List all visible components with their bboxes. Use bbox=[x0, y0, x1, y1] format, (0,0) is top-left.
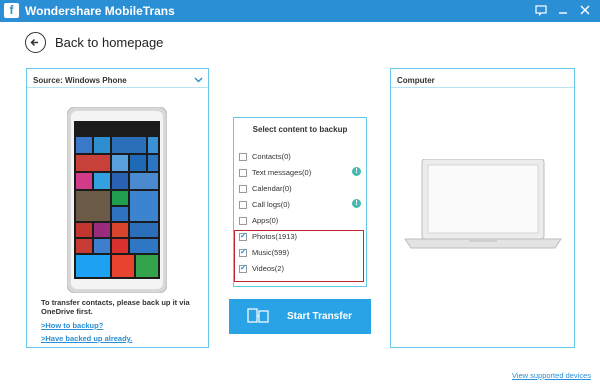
selected-items-highlight bbox=[234, 230, 364, 282]
chevron-down-icon[interactable] bbox=[194, 75, 203, 85]
start-transfer-button[interactable]: Start Transfer bbox=[229, 299, 371, 334]
checkbox[interactable] bbox=[239, 185, 247, 193]
content-item-label: Calendar(0) bbox=[252, 184, 292, 193]
chat-icon[interactable] bbox=[534, 3, 548, 17]
info-icon[interactable]: ! bbox=[352, 199, 361, 208]
laptop-image bbox=[404, 159, 562, 249]
destination-panel: Computer bbox=[390, 68, 575, 348]
destination-label: Computer bbox=[397, 76, 435, 85]
backed-up-already-link[interactable]: >Have backed up already. bbox=[41, 334, 132, 343]
source-header[interactable]: Source: Windows Phone bbox=[27, 69, 208, 88]
back-arrow-icon bbox=[25, 32, 46, 53]
app-logo-icon: f bbox=[4, 3, 19, 18]
destination-header: Computer bbox=[391, 69, 574, 88]
transfer-icon bbox=[247, 308, 269, 323]
title-bar: f Wondershare MobileTrans bbox=[0, 0, 600, 22]
content-item-label: Call logs(0) bbox=[252, 200, 290, 209]
source-label: Source: Windows Phone bbox=[33, 76, 127, 85]
info-icon[interactable]: ! bbox=[352, 167, 361, 176]
how-to-backup-link[interactable]: >How to backup? bbox=[41, 321, 103, 330]
checkbox[interactable] bbox=[239, 153, 247, 161]
back-label: Back to homepage bbox=[55, 35, 164, 50]
content-title: Select content to backup bbox=[252, 125, 348, 134]
view-supported-devices-link[interactable]: View supported devices bbox=[512, 371, 591, 380]
windows-phone-image bbox=[67, 107, 167, 293]
start-transfer-label: Start Transfer bbox=[287, 311, 353, 322]
minimize-icon[interactable] bbox=[556, 3, 570, 17]
content-item-label: Contacts(0) bbox=[252, 152, 291, 161]
checkbox[interactable] bbox=[239, 169, 247, 177]
onedrive-note: To transfer contacts, please back up it … bbox=[41, 298, 190, 316]
close-icon[interactable] bbox=[578, 3, 592, 17]
content-item-label: Apps(0) bbox=[252, 216, 279, 225]
content-item-label: Text messages(0) bbox=[252, 168, 312, 177]
app-title: Wondershare MobileTrans bbox=[25, 4, 175, 18]
checkbox[interactable] bbox=[239, 201, 247, 209]
source-panel: Source: Windows Phone To transfer contac… bbox=[26, 68, 209, 348]
checkbox[interactable] bbox=[239, 217, 247, 225]
